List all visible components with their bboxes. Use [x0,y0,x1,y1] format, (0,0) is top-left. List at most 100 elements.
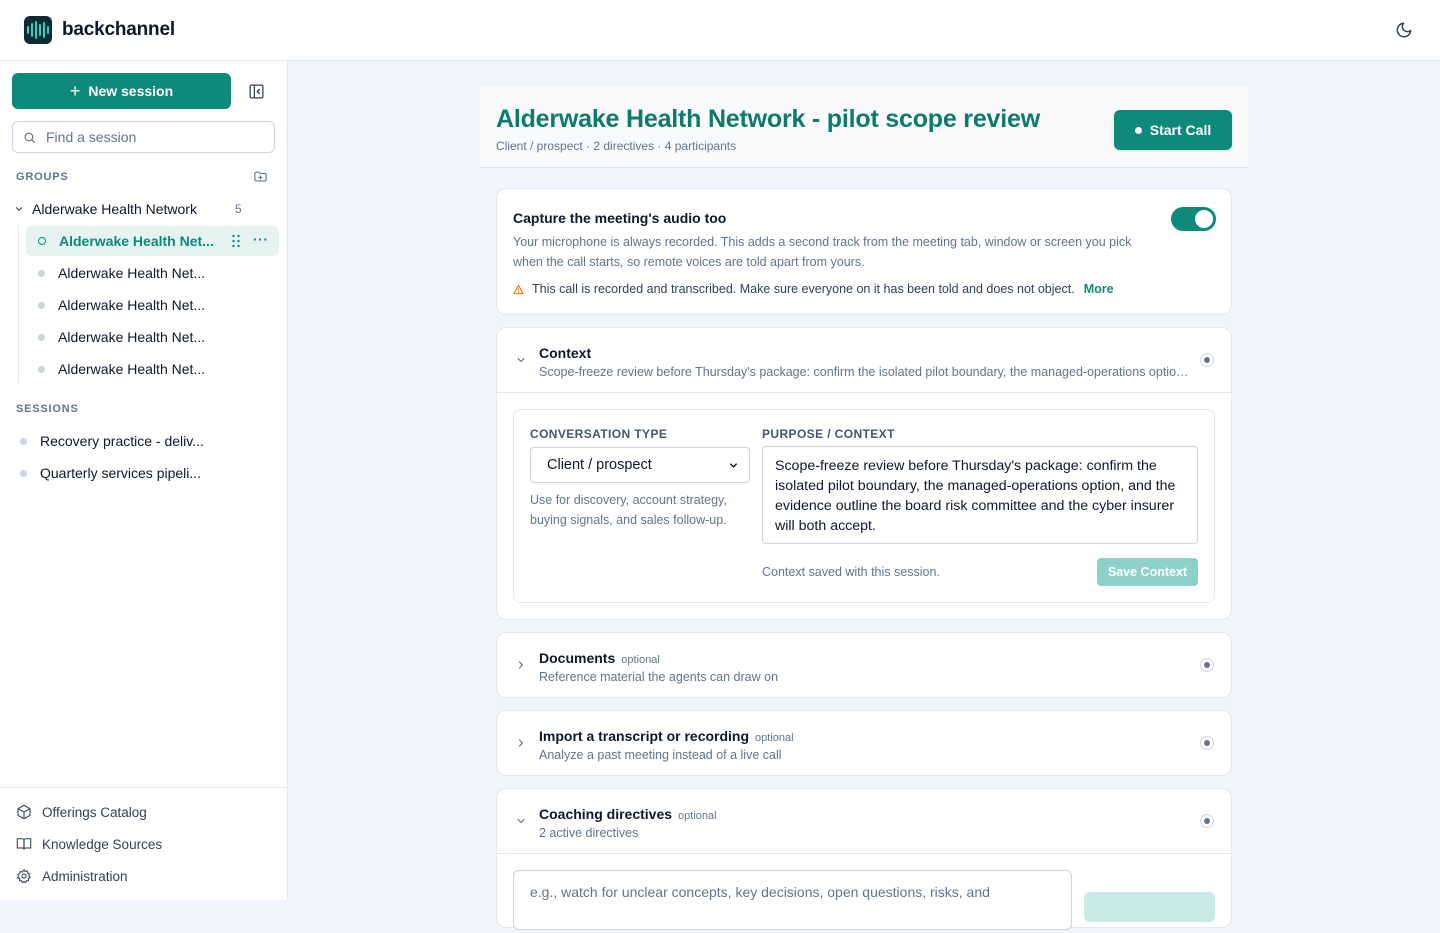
context-header[interactable]: Context Scope-freeze review before Thurs… [497,328,1231,392]
audio-capture-toggle[interactable] [1171,207,1216,231]
conversation-type-help: Use for discovery, account strategy, buy… [530,493,727,527]
context-body: CONVERSATION TYPE Client / prospect Use … [497,392,1231,619]
context-summary: Scope-freeze review before Thursday's pa… [539,365,1189,379]
nav-label: Administration [42,868,128,884]
context-section: Context Scope-freeze review before Thurs… [496,327,1232,620]
status-indicator-icon [1200,736,1214,750]
group-alderwake[interactable]: Alderwake Health Network 5 [12,197,276,221]
coaching-title: Coaching directives [539,806,673,822]
sidebar: + New session GROUPS Alderwake Health Ne… [0,61,288,900]
more-options-icon[interactable]: ··· [253,232,269,249]
chevron-right-icon [518,661,524,669]
coaching-header[interactable]: Coaching directives optional 2 active di… [497,789,1231,853]
search-icon [24,132,35,143]
status-indicator-icon [1200,353,1214,367]
coaching-body: e.g., watch for unclear concepts, key de… [497,853,1231,933]
group-session-item[interactable]: Alderwake Health Net... [26,322,279,352]
documents-subtitle: Reference material the agents can draw o… [539,670,779,684]
status-indicator-icon [1200,814,1214,828]
nav-offerings-catalog[interactable]: Offerings Catalog [16,801,147,823]
purpose-textarea[interactable]: Scope-freeze review before Thursday's pa… [762,446,1198,544]
audio-capture-title: Capture the meeting's audio too [513,210,727,226]
chevron-down-icon [730,462,737,468]
package-icon [17,804,31,820]
session-search[interactable] [12,121,275,153]
page-subtitle: Client / prospect · 2 directives · 4 par… [496,139,737,153]
plus-icon: + [69,81,81,101]
session-label: Alderwake Health Net... [59,233,214,249]
coaching-section: Coaching directives optional 2 active di… [496,788,1232,930]
warning-text: This call is recorded and transcribed. M… [532,282,1075,296]
start-call-label: Start Call [1149,122,1212,138]
chevron-down-icon [12,204,26,214]
app-name: backchannel [62,19,175,40]
new-session-label: New session [88,83,174,99]
warning-icon [513,284,524,294]
session-dot [20,469,27,477]
coaching-subtitle: 2 active directives [539,826,639,840]
selected-type: Client / prospect [547,457,652,473]
audio-capture-description: Your microphone is always recorded. This… [513,235,1132,269]
group-tree-line [18,225,19,383]
import-subtitle: Analyze a past meeting instead of a live… [539,748,782,762]
sessions-heading: SESSIONS [16,403,79,415]
session-dot [20,437,27,445]
folder-plus-icon [254,171,267,182]
nav-label: Offerings Catalog [42,804,147,820]
group-name: Alderwake Health Network [32,201,197,217]
new-session-button[interactable]: + New session [12,73,231,109]
toggle-knob [1195,210,1213,228]
optional-tag: optional [678,810,717,822]
session-dot [38,269,45,277]
sidebar-collapse-icon [248,83,264,99]
group-session-item[interactable]: Alderwake Health Net... [26,258,279,288]
page-title: Alderwake Health Network - pilot scope r… [496,105,1040,133]
group-session-item[interactable]: Alderwake Health Net... [26,290,279,320]
save-context-button[interactable]: Save Context [1097,558,1198,586]
conversation-type-label: CONVERSATION TYPE [530,427,668,441]
conversation-type-select[interactable]: Client / prospect [530,447,750,483]
recording-warning: This call is recorded and transcribed. M… [513,282,1114,296]
session-label: Recovery practice - deliv... [40,433,204,449]
purpose-label: PURPOSE / CONTEXT [762,427,895,441]
import-section: Import a transcript or recording optiona… [496,710,1232,776]
optional-tag: optional [621,654,660,666]
session-dot [38,333,45,341]
new-group-button[interactable] [253,169,269,185]
dark-mode-toggle[interactable] [1392,18,1416,42]
documents-header[interactable]: Documents optional Reference material th… [497,633,1231,697]
directive-input[interactable]: e.g., watch for unclear concepts, key de… [513,870,1072,930]
status-indicator-icon [1200,658,1214,672]
gear-icon [16,868,31,884]
documents-section: Documents optional Reference material th… [496,632,1232,698]
session-label: Alderwake Health Net... [58,297,206,313]
search-input[interactable] [46,129,256,145]
saved-note: Context saved with this session. [762,565,940,579]
group-count: 5 [235,202,242,216]
import-header[interactable]: Import a transcript or recording optiona… [497,711,1231,775]
active-session-indicator [38,237,46,245]
drag-handle-icon[interactable] [231,234,241,248]
session-item[interactable]: Quarterly services pipeli... [12,458,276,488]
groups-heading: GROUPS [16,171,69,183]
logo-icon [24,16,52,44]
session-label: Alderwake Health Net... [58,361,206,377]
chevron-down-icon [517,357,525,363]
collapse-sidebar-button[interactable] [246,81,266,101]
chevron-right-icon [518,739,524,747]
more-link[interactable]: More [1084,282,1114,296]
record-dot-icon [1134,126,1142,134]
session-item[interactable]: Recovery practice - deliv... [12,426,276,456]
group-session-item[interactable]: Alderwake Health Net... [26,354,279,384]
nav-knowledge-sources[interactable]: Knowledge Sources [16,833,162,855]
nav-administration[interactable]: Administration [16,865,128,887]
context-form: CONVERSATION TYPE Client / prospect Use … [513,409,1215,603]
chevron-down-icon [517,818,525,824]
moon-icon [1396,22,1412,38]
group-session-item[interactable]: Alderwake Health Net... ··· [26,226,279,256]
start-call-button[interactable]: Start Call [1114,110,1232,150]
top-bar: backchannel [0,0,1440,61]
book-icon [16,838,32,850]
add-directive-button[interactable] [1084,892,1215,922]
session-dot [38,365,45,373]
